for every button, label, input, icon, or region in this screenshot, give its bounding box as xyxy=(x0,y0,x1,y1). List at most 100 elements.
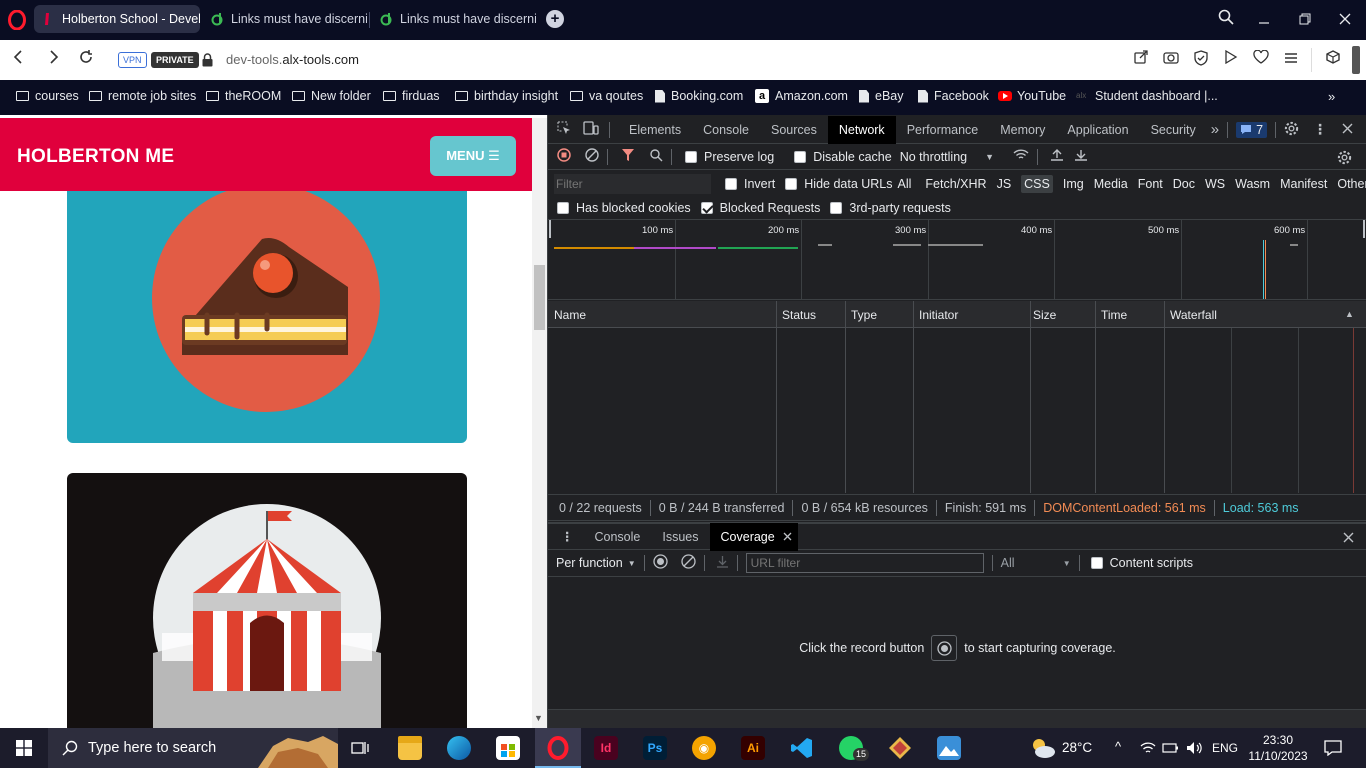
bookmarks-overflow-icon[interactable]: » xyxy=(1328,89,1335,104)
tab-network[interactable]: Network xyxy=(827,115,896,144)
weather-temperature[interactable]: 28°C xyxy=(1062,740,1092,755)
column-header-waterfall[interactable]: Waterfall xyxy=(1170,308,1217,322)
bookmark-courses[interactable]: courses xyxy=(16,89,79,103)
overview-right-handle[interactable] xyxy=(1363,220,1365,238)
checkbox-box[interactable] xyxy=(1090,557,1103,569)
bookmark-new-folder[interactable]: New folder xyxy=(292,89,371,103)
clear-icon[interactable] xyxy=(585,148,599,165)
microsoft-store-icon[interactable] xyxy=(496,736,520,760)
search-tabs-icon[interactable] xyxy=(1214,8,1238,32)
notification-center-icon[interactable] xyxy=(1324,740,1342,759)
start-instrumenting-record-icon[interactable] xyxy=(652,554,668,572)
file-explorer-icon[interactable] xyxy=(398,736,422,760)
bookmark-youtube[interactable]: YouTube xyxy=(998,89,1066,103)
column-header-name[interactable]: Name xyxy=(554,308,586,322)
scrollbar-thumb[interactable] xyxy=(534,265,545,330)
checkbox-box[interactable] xyxy=(725,177,737,190)
column-header-type[interactable]: Type xyxy=(851,308,877,322)
column-header-status[interactable]: Status xyxy=(782,308,816,322)
volume-speaker-icon[interactable] xyxy=(1186,741,1204,758)
bookmark-amazon[interactable]: a Amazon.com xyxy=(755,89,848,103)
tab-links-2[interactable]: Links must have discernib xyxy=(372,5,536,33)
export-coverage-icon[interactable] xyxy=(716,555,729,571)
illustrator-icon[interactable]: Ai xyxy=(741,736,765,760)
easy-setup-icon[interactable] xyxy=(1281,50,1301,70)
close-window-button[interactable] xyxy=(1333,8,1357,32)
menu-button[interactable]: MENU ☰ xyxy=(430,136,516,176)
opera-logo-icon[interactable] xyxy=(8,9,26,31)
record-button[interactable] xyxy=(931,635,958,661)
filter-type-fetch-xhr[interactable]: Fetch/XHR xyxy=(925,177,986,191)
lock-icon[interactable] xyxy=(202,53,213,70)
filter-type-doc[interactable]: Doc xyxy=(1173,177,1195,191)
restore-button[interactable] xyxy=(1293,8,1317,32)
network-overview-timeline[interactable]: 100 ms 200 ms 300 ms 400 ms 500 ms 600 m… xyxy=(548,220,1366,300)
import-har-upload-icon[interactable] xyxy=(1050,148,1064,165)
tab-application[interactable]: Application xyxy=(1056,116,1139,144)
camera-icon[interactable] xyxy=(1161,50,1181,70)
vpn-shield-app-icon[interactable]: ◉ xyxy=(692,736,716,760)
checkbox-box[interactable] xyxy=(557,201,569,214)
export-har-download-icon[interactable] xyxy=(1074,148,1088,165)
page-scrollbar[interactable] xyxy=(532,118,547,728)
bookmark-booking[interactable]: Booking.com xyxy=(655,89,743,103)
tab-elements[interactable]: Elements xyxy=(618,116,692,144)
forward-button[interactable] xyxy=(44,50,64,70)
drawer-tab-issues[interactable]: Issues xyxy=(651,523,709,551)
more-tabs-icon[interactable]: » xyxy=(1211,121,1219,138)
tab-security[interactable]: Security xyxy=(1140,116,1207,144)
taskbar-search-box[interactable]: Type here to search xyxy=(48,728,338,768)
invert-checkbox[interactable]: Invert xyxy=(725,177,775,191)
issues-counter[interactable]: 7 xyxy=(1236,121,1268,138)
checkbox-box[interactable] xyxy=(830,201,843,214)
inspect-element-icon[interactable] xyxy=(557,121,573,138)
hide-data-urls-checkbox[interactable]: Hide data URLs xyxy=(785,177,893,191)
bookmark-firduas[interactable]: firduas xyxy=(383,89,440,103)
filter-input[interactable] xyxy=(554,173,711,194)
indesign-icon[interactable]: Id xyxy=(594,736,618,760)
project-card-circus[interactable] xyxy=(67,473,467,728)
filter-type-font[interactable]: Font xyxy=(1138,177,1163,191)
task-view-icon[interactable] xyxy=(351,740,369,759)
network-conditions-wifi-icon[interactable] xyxy=(1013,149,1029,164)
bookmark-theroom[interactable]: theROOM xyxy=(206,89,281,103)
coverage-type-select[interactable]: All ▼ xyxy=(1001,556,1071,570)
throttling-select[interactable]: No throttling ▼ xyxy=(900,150,994,164)
share-icon[interactable] xyxy=(1131,50,1151,70)
weather-cloud-sun-icon[interactable] xyxy=(1030,737,1056,762)
filter-type-all[interactable]: All xyxy=(898,177,912,191)
new-tab-button[interactable]: + xyxy=(546,10,564,28)
url-text[interactable]: dev-tools. alx-tools.com xyxy=(226,52,359,67)
column-header-initiator[interactable]: Initiator xyxy=(919,308,958,322)
edge-browser-icon[interactable] xyxy=(447,736,471,760)
heart-icon[interactable] xyxy=(1251,49,1271,70)
reload-button[interactable] xyxy=(76,50,96,70)
search-icon[interactable] xyxy=(650,148,663,165)
drawer-tab-console[interactable]: Console xyxy=(584,523,652,551)
flow-icon[interactable] xyxy=(1221,49,1241,70)
checkbox-box[interactable] xyxy=(785,177,798,190)
filter-type-manifest[interactable]: Manifest xyxy=(1280,177,1327,191)
blocked-requests-checkbox[interactable]: Blocked Requests xyxy=(700,201,820,215)
taskbar-opera-active[interactable] xyxy=(535,728,581,768)
tab-holberton[interactable]: Holberton School - Devel xyxy=(34,5,200,33)
column-header-time[interactable]: Time xyxy=(1101,308,1127,322)
clock[interactable]: 23:30 11/10/2023 xyxy=(1248,732,1308,764)
has-blocked-cookies-checkbox[interactable]: Has blocked cookies xyxy=(557,201,691,215)
vpn-badge[interactable]: VPN xyxy=(118,52,147,68)
tab-sources[interactable]: Sources xyxy=(760,116,828,144)
device-toolbar-icon[interactable] xyxy=(583,121,601,138)
extensions-icon[interactable] xyxy=(1323,50,1343,70)
column-header-size[interactable]: Size xyxy=(1033,308,1056,322)
scroll-down-arrow-icon[interactable]: ▼ xyxy=(534,713,543,723)
checkbox-box[interactable] xyxy=(794,150,807,163)
input-language[interactable]: ENG xyxy=(1212,741,1238,755)
checkbox-box-checked[interactable] xyxy=(700,201,713,214)
show-hidden-icons-chevron-up-icon[interactable]: ^ xyxy=(1115,739,1121,754)
drawer-tab-coverage[interactable]: Coverage xyxy=(709,522,798,551)
content-scripts-checkbox[interactable]: Content scripts xyxy=(1090,556,1193,570)
kebab-menu-icon[interactable]: ⋮ xyxy=(1313,121,1327,138)
filter-type-js[interactable]: JS xyxy=(997,177,1012,191)
tab-links-1[interactable]: Links must have discernib xyxy=(203,5,367,33)
filter-type-img[interactable]: Img xyxy=(1063,177,1084,191)
